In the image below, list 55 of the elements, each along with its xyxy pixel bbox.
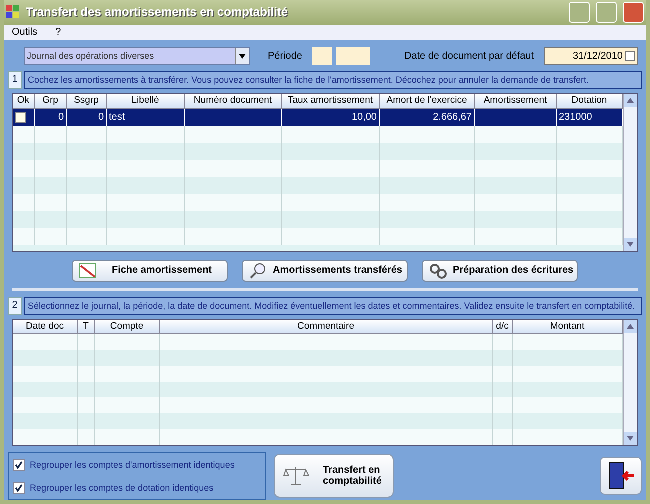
exit-button[interactable] <box>600 457 642 495</box>
action-button[interactable]: Fiche amortissement <box>72 260 228 282</box>
caret-icon <box>239 54 246 59</box>
column-header[interactable]: Commentaire <box>160 320 493 334</box>
date-field[interactable]: 31/12/2010 <box>544 47 638 66</box>
option-label: Regrouper les comptes de dotation identiques <box>30 482 214 492</box>
calendar-icon <box>625 51 635 62</box>
column-header[interactable]: Numéro document <box>185 94 282 109</box>
instruction-text: Sélectionnez le journal, la période, la date de document. Modifiez éventuellement les dates et commentaires. Validez ensuite le transfert en comptabilité. <box>24 296 642 315</box>
menu-item[interactable]: Outils <box>12 26 38 38</box>
action-button[interactable]: Préparation des écritures <box>422 260 578 282</box>
checkbox[interactable] <box>15 112 26 123</box>
column-header[interactable]: Ok <box>13 94 35 109</box>
maximize-button[interactable] <box>596 2 617 23</box>
column-header[interactable]: Compte <box>95 320 160 334</box>
minimize-button[interactable] <box>569 2 590 23</box>
gears-icon <box>429 262 447 279</box>
column-header[interactable]: Ssgrp <box>67 94 107 109</box>
scales-icon <box>283 465 309 487</box>
column-header[interactable]: Grp <box>35 94 67 109</box>
column-header[interactable]: Amortissement <box>475 94 557 109</box>
date-label: Date de document par défaut <box>404 50 534 62</box>
column-header[interactable]: Montant <box>513 320 623 334</box>
checkbox[interactable] <box>13 458 25 470</box>
column-header[interactable]: Taux amortissement <box>282 94 380 109</box>
column-header[interactable]: Dotation <box>557 94 623 109</box>
option-label: Regrouper les comptes d'amortissement identiques <box>30 460 235 470</box>
scroll-down-icon[interactable] <box>627 242 634 247</box>
chart-icon <box>79 262 97 279</box>
instruction-text: Cochez les amortissements à transférer. Vous pouvez consulter la fiche de l'amortissement. Décochez pour annuler la demande de transfert. <box>24 70 642 89</box>
scrollbar[interactable] <box>623 94 637 251</box>
column-header[interactable]: Amort de l'exercice <box>380 94 475 109</box>
window-title: Transfert des amortissements en comptabilité <box>26 5 290 20</box>
column-header[interactable]: T <box>78 320 95 334</box>
step-number: 2 <box>8 296 22 315</box>
scroll-down-icon[interactable] <box>627 436 634 441</box>
scrollbar[interactable] <box>623 320 637 445</box>
app-icon <box>6 5 20 20</box>
column-header[interactable]: d/c <box>493 320 513 334</box>
table-row[interactable]: 0 0 test 10,00 2.666,67 231000 <box>13 108 623 126</box>
transfer-button[interactable]: Transfert en comptabilité <box>274 454 394 498</box>
column-header[interactable]: Libellé <box>107 94 185 109</box>
step-number: 1 <box>8 70 22 89</box>
period-field[interactable] <box>312 47 332 66</box>
close-button[interactable] <box>623 2 644 23</box>
scroll-up-icon[interactable] <box>627 98 634 103</box>
menu-item[interactable]: ? <box>56 26 62 38</box>
journal-dropdown[interactable]: Journal des opérations diverses <box>24 47 250 66</box>
period-label: Période <box>268 50 302 62</box>
period-field[interactable] <box>336 47 370 66</box>
action-button[interactable]: Amortissements transférés <box>242 260 408 282</box>
scroll-up-icon[interactable] <box>627 324 634 329</box>
checkbox[interactable] <box>13 482 25 494</box>
column-header[interactable]: Date doc <box>13 320 78 334</box>
magnifier-icon <box>249 262 267 279</box>
